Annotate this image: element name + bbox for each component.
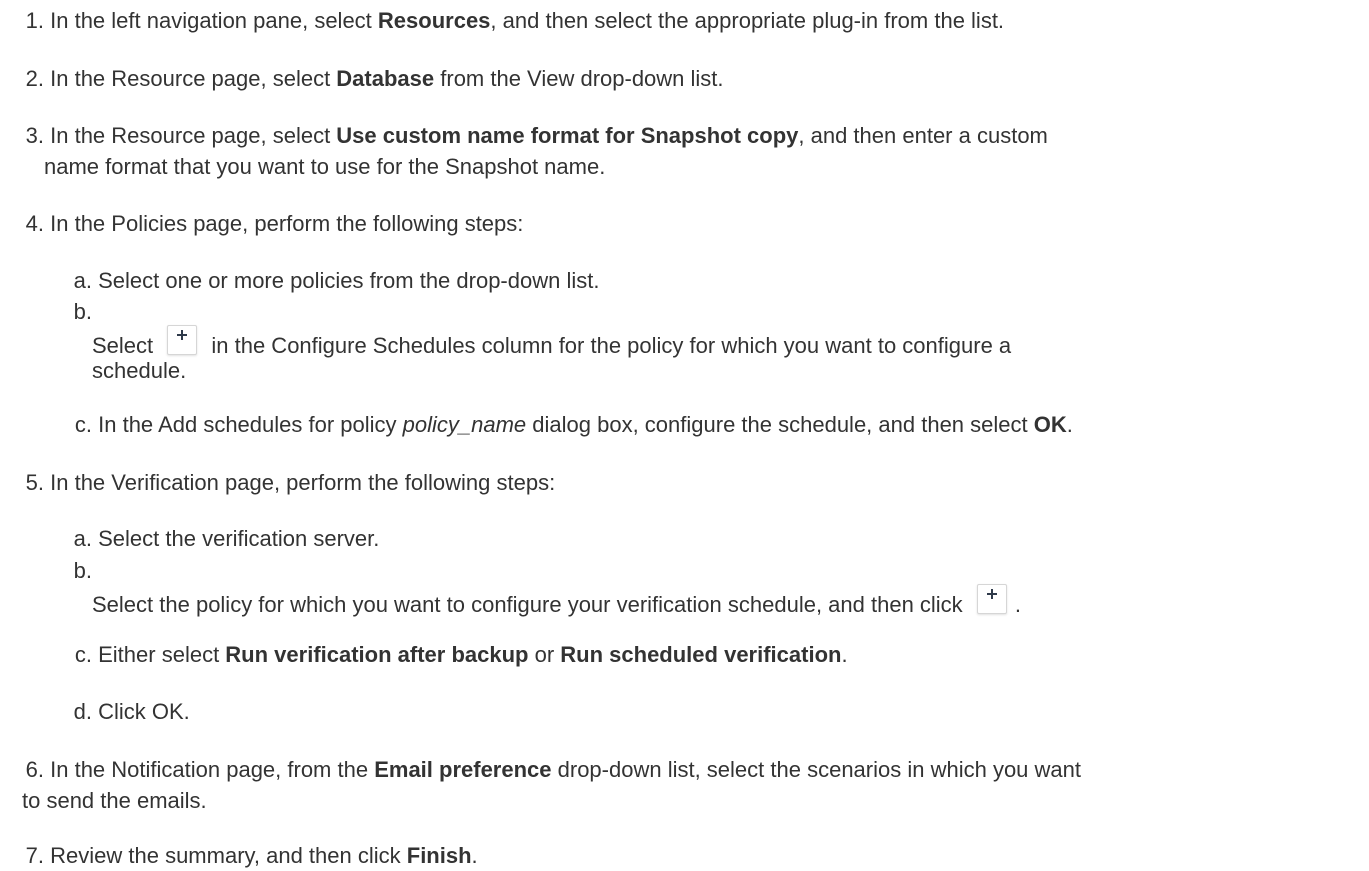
- substep-letter: d.: [73, 699, 92, 724]
- step-2: 2. In the Resource page, select Database…: [0, 64, 724, 94]
- ui-term-run-verification-after-backup: Run verification after backup: [225, 642, 529, 667]
- step-6-continuation: to send the emails.: [22, 788, 207, 813]
- ui-term-run-scheduled-verification: Run scheduled verification: [560, 642, 842, 667]
- add-verification-schedule-button: [976, 584, 1007, 614]
- ui-term-finish: Finish: [406, 843, 472, 868]
- step-7: 7. Review the summary, and then click Fi…: [0, 841, 478, 871]
- step-1: 1. In the left navigation pane, select R…: [0, 6, 1004, 36]
- substep-letter: b.: [73, 299, 92, 324]
- plus-icon: [177, 330, 188, 340]
- step-5a: a. Select the verification server.: [0, 524, 380, 554]
- procedure-document: 1. In the left navigation pane, select R…: [0, 0, 1369, 868]
- step-4a: a. Select one or more policies from the …: [0, 266, 600, 296]
- step-4b-letter: b.: [0, 297, 92, 327]
- step-number: 2.: [25, 66, 44, 91]
- ui-term-email-preference: Email preference: [374, 757, 552, 782]
- ui-term-database: Database: [336, 66, 435, 91]
- ui-term-ok: OK: [1033, 412, 1067, 437]
- step-3-continuation: name format that you want to use for the…: [44, 154, 606, 179]
- step-number: 6.: [25, 757, 44, 782]
- step-4: 4. In the Policies page, perform the fol…: [0, 209, 524, 239]
- step-5: 5. In the Verification page, perform the…: [0, 468, 556, 498]
- substep-letter: a.: [73, 268, 92, 293]
- step-number: 4.: [25, 211, 44, 236]
- step-4b-continuation: schedule.: [92, 358, 187, 383]
- step-5b-letter: b.: [0, 556, 92, 586]
- configure-schedule-button: [167, 325, 198, 355]
- step-4c: c. In the Add schedules for policy polic…: [0, 410, 1073, 440]
- step-6: 6. In the Notification page, from the Em…: [0, 755, 1081, 785]
- substep-letter: c.: [74, 412, 92, 437]
- step-3: 3. In the Resource page, select Use cust…: [0, 121, 1048, 151]
- step-number: 5.: [25, 470, 44, 495]
- ui-term-resources: Resources: [377, 8, 491, 33]
- placeholder-policy-name: policy_name: [402, 412, 527, 437]
- step-number: 7.: [25, 843, 44, 868]
- step-number: 1.: [25, 8, 44, 33]
- substep-letter: a.: [73, 526, 92, 551]
- substep-letter: b.: [73, 558, 92, 583]
- plus-icon: [986, 589, 997, 599]
- step-5b: Select the policy for which you want to …: [92, 584, 1021, 620]
- step-5c: c. Either select Run verification after …: [0, 640, 848, 670]
- step-number: 3.: [25, 123, 44, 148]
- step-4b: Select in the Configure Schedules column…: [92, 325, 1011, 361]
- ui-term-custom-name-format: Use custom name format for Snapshot copy: [336, 123, 799, 148]
- step-5d: d. Click OK.: [0, 697, 190, 727]
- substep-letter: c.: [74, 642, 92, 667]
